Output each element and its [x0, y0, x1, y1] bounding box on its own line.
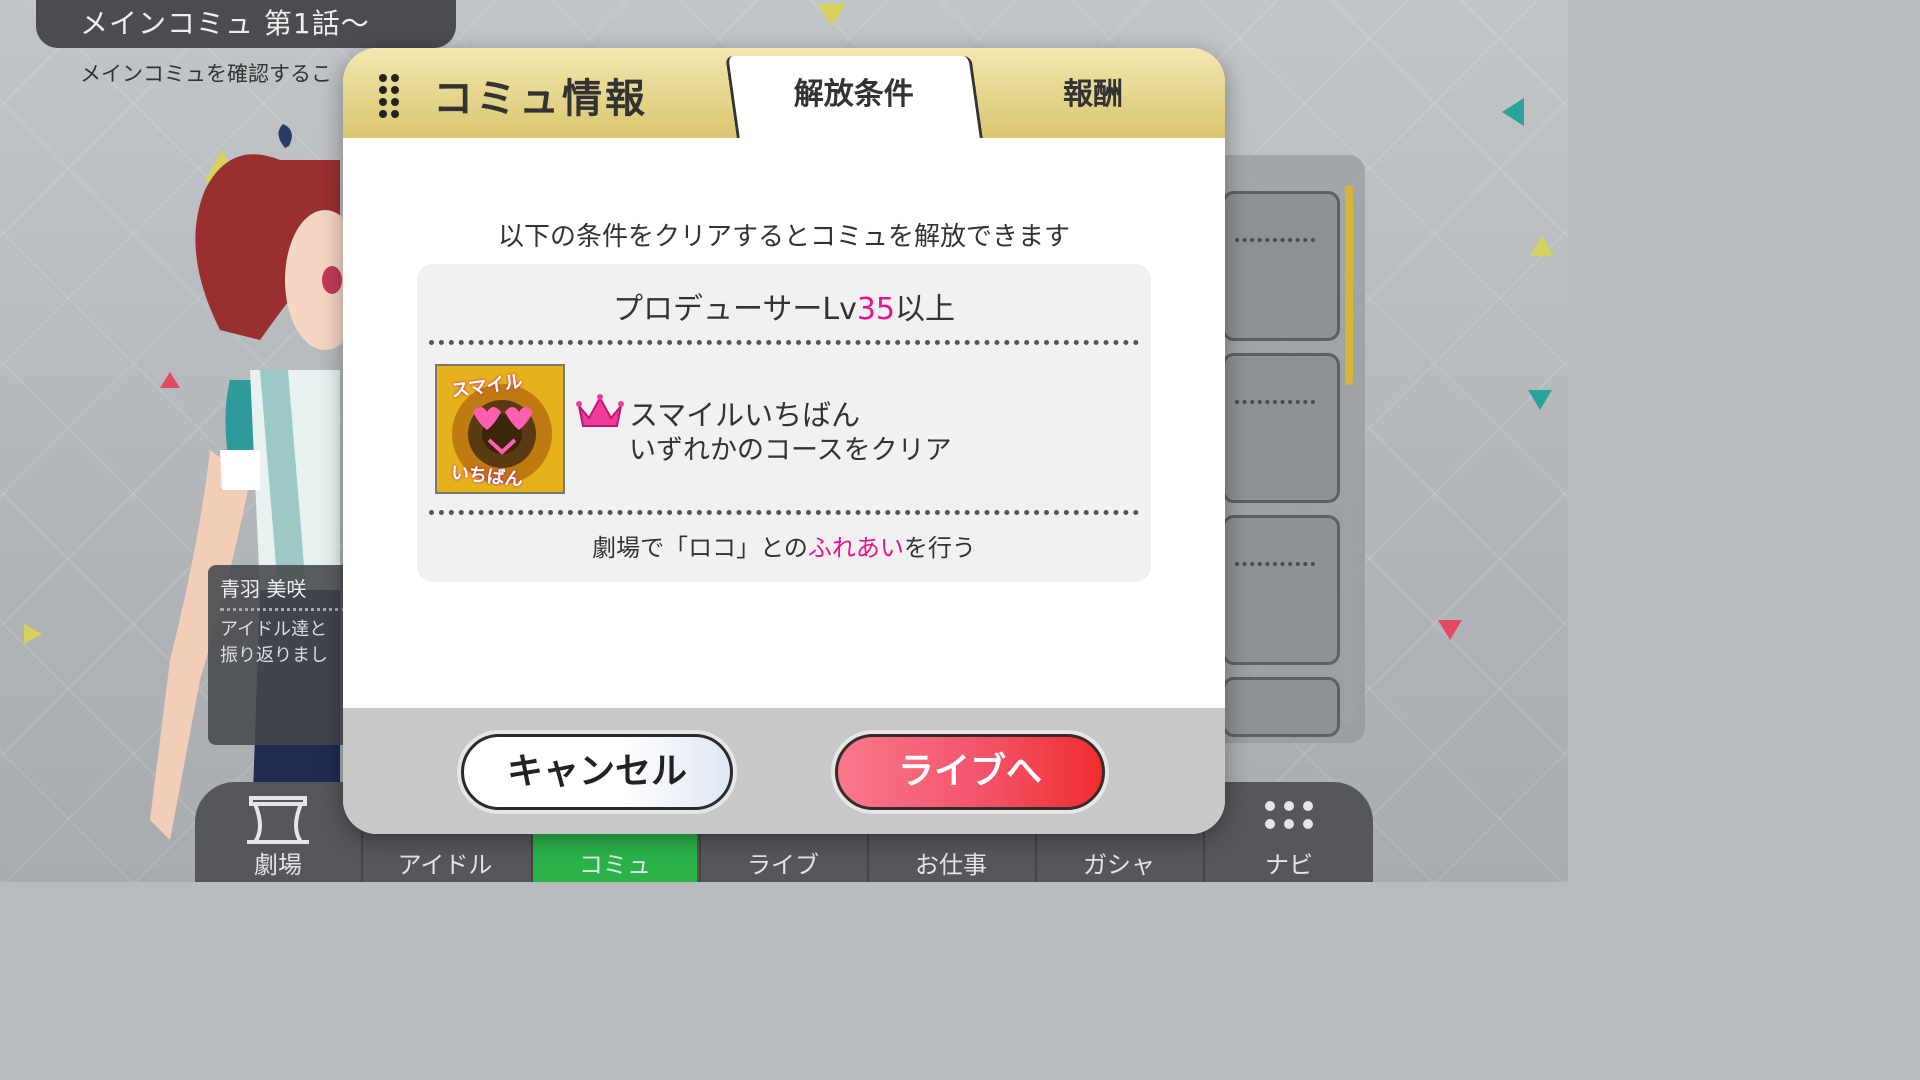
- idol-name: 青羽 美咲: [220, 577, 307, 601]
- decor-triangle: [1438, 620, 1462, 640]
- nav-label: ガシャ: [1083, 851, 1155, 879]
- nav-label: コミュ: [579, 851, 651, 879]
- cancel-button[interactable]: キャンセル: [461, 734, 733, 810]
- idol-info-card: 青羽 美咲 アイドル達と 振り返りまし: [208, 565, 358, 745]
- idol-description: アイドル達と 振り返りまし: [220, 619, 328, 666]
- smile-ichiban-medal-image: スマイル いちばん: [435, 364, 565, 494]
- go-to-live-button[interactable]: ライブへ: [835, 734, 1105, 810]
- interaction-requirement: 劇場で「ロコ」とのふれあいを行う: [592, 534, 976, 562]
- list-item[interactable]: [1222, 353, 1340, 503]
- character-illustration: [150, 124, 365, 882]
- commu-list: [1210, 155, 1365, 743]
- dialog-header: コミュ情報 解放条件 報酬: [343, 48, 1225, 138]
- scrollbar-thumb[interactable]: [1345, 185, 1353, 385]
- drag-handle-icon: [379, 74, 399, 118]
- navi-icon: [1265, 801, 1313, 829]
- scrollbar[interactable]: [1345, 185, 1353, 725]
- decor-triangle: [818, 4, 846, 26]
- decor-triangle: [24, 624, 42, 644]
- condition-description: いずれかのコースをクリア: [629, 435, 952, 466]
- nav-label: ナビ: [1265, 851, 1313, 879]
- tab-label: 報酬: [1063, 77, 1123, 112]
- tab-label: 解放条件: [793, 77, 914, 112]
- list-item[interactable]: [1222, 191, 1340, 341]
- commu-info-dialog: コミュ情報 解放条件 報酬 以下の条件をクリアするとコミュを解放できます プロデ…: [343, 48, 1225, 834]
- episode-header: メインコミュ 第1話～: [36, 0, 456, 48]
- crown-icon: [576, 394, 624, 427]
- nav-label: お仕事: [915, 851, 987, 879]
- nav-label: ライブ: [747, 851, 819, 879]
- divider: [429, 510, 1139, 515]
- tab-unlock-conditions[interactable]: 解放条件: [725, 56, 983, 138]
- tab-rewards[interactable]: 報酬: [983, 56, 1203, 138]
- required-level: 35: [856, 292, 896, 327]
- decor-triangle: [1528, 390, 1552, 410]
- nav-item-theater[interactable]: 劇場: [195, 782, 361, 882]
- decor-triangle: [1530, 236, 1554, 256]
- instruction-text: 以下の条件をクリアするとコミュを解放できます: [497, 222, 1070, 252]
- nav-item-navi[interactable]: ナビ: [1203, 782, 1373, 882]
- episode-subtitle: メインコミュを確認するこ: [80, 62, 332, 86]
- conditions-panel: プロデューサーLv35以上 スマイル いちばん スマイルいちばん いずれかのコー…: [417, 264, 1151, 582]
- interaction-highlight: ふれあい: [807, 534, 904, 562]
- nav-label: 劇場: [254, 851, 302, 879]
- theater-icon: [247, 796, 309, 844]
- list-item[interactable]: [1222, 515, 1340, 665]
- list-item[interactable]: [1222, 677, 1340, 737]
- decor-triangle: [1502, 98, 1524, 126]
- divider: [220, 608, 346, 611]
- nav-label: アイドル: [397, 851, 493, 879]
- dialog-title: コミュ情報: [433, 76, 648, 122]
- producer-level-requirement: プロデューサーLv35以上: [612, 292, 956, 327]
- divider: [429, 340, 1139, 345]
